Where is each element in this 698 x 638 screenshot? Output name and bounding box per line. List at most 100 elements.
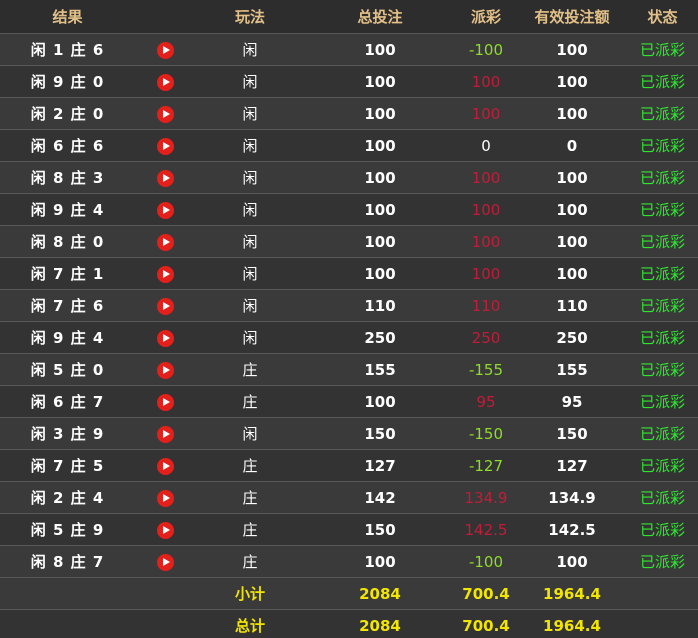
total-bet-cell: 100 <box>305 545 455 578</box>
replay-cell <box>135 161 195 194</box>
play-icon[interactable] <box>156 233 174 251</box>
result-cell: 闲 9 庄 4 <box>0 321 135 354</box>
payout-cell: 142.5 <box>455 513 517 546</box>
replay-cell <box>135 481 195 514</box>
play-icon[interactable] <box>156 73 174 91</box>
total-bet-cell: 110 <box>305 289 455 322</box>
result-cell: 闲 8 庄 7 <box>0 545 135 578</box>
table-row: 闲 2 庄 4 庄 142 134.9 134.9 已派彩 <box>0 481 698 514</box>
subtotal-label: 小计 <box>195 577 305 610</box>
table-row: 闲 5 庄 0 庄 155 -155 155 已派彩 <box>0 353 698 386</box>
result-cell: 闲 5 庄 0 <box>0 353 135 386</box>
total-bet-cell: 100 <box>305 257 455 290</box>
valid-bet-cell: 100 <box>517 225 627 258</box>
play-icon[interactable] <box>156 361 174 379</box>
play-cell: 闲 <box>195 257 305 290</box>
table-row: 闲 7 庄 5 庄 127 -127 127 已派彩 <box>0 449 698 482</box>
result-cell: 闲 8 庄 3 <box>0 161 135 194</box>
play-icon[interactable] <box>156 521 174 539</box>
play-icon[interactable] <box>156 393 174 411</box>
status-cell: 已派彩 <box>627 449 698 482</box>
total-bet-cell: 142 <box>305 481 455 514</box>
header-payout: 派彩 <box>455 0 517 34</box>
header-play: 玩法 <box>195 0 305 34</box>
result-cell: 闲 2 庄 0 <box>0 97 135 130</box>
play-icon[interactable] <box>156 201 174 219</box>
subtotal-valid-bet: 1964.4 <box>517 577 627 610</box>
play-icon[interactable] <box>156 297 174 315</box>
status-cell: 已派彩 <box>627 385 698 418</box>
replay-cell <box>135 545 195 578</box>
play-cell: 庄 <box>195 513 305 546</box>
play-cell: 庄 <box>195 545 305 578</box>
play-cell: 闲 <box>195 417 305 450</box>
payout-cell: 100 <box>455 225 517 258</box>
payout-cell: 100 <box>455 161 517 194</box>
status-cell: 已派彩 <box>627 353 698 386</box>
header-status: 状态 <box>627 0 698 34</box>
play-icon[interactable] <box>156 169 174 187</box>
status-cell: 已派彩 <box>627 417 698 450</box>
replay-cell <box>135 385 195 418</box>
table-row: 闲 7 庄 1 闲 100 100 100 已派彩 <box>0 257 698 290</box>
payout-cell: 100 <box>455 257 517 290</box>
subtotal-payout: 700.4 <box>455 577 517 610</box>
replay-cell <box>135 449 195 482</box>
play-cell: 闲 <box>195 129 305 162</box>
table-row: 闲 9 庄 4 闲 250 250 250 已派彩 <box>0 321 698 354</box>
play-icon[interactable] <box>156 425 174 443</box>
replay-cell <box>135 97 195 130</box>
play-cell: 庄 <box>195 481 305 514</box>
play-cell: 庄 <box>195 353 305 386</box>
table-row: 闲 2 庄 0 闲 100 100 100 已派彩 <box>0 97 698 130</box>
payout-cell: 110 <box>455 289 517 322</box>
table-row: 闲 1 庄 6 闲 100 -100 100 已派彩 <box>0 33 698 66</box>
play-icon[interactable] <box>156 553 174 571</box>
valid-bet-cell: 100 <box>517 161 627 194</box>
status-cell: 已派彩 <box>627 321 698 354</box>
table-row: 闲 5 庄 9 庄 150 142.5 142.5 已派彩 <box>0 513 698 546</box>
valid-bet-cell: 100 <box>517 257 627 290</box>
payout-cell: -100 <box>455 33 517 66</box>
play-cell: 闲 <box>195 321 305 354</box>
payout-cell: -150 <box>455 417 517 450</box>
replay-cell <box>135 65 195 98</box>
total-bet-cell: 100 <box>305 193 455 226</box>
status-cell: 已派彩 <box>627 481 698 514</box>
result-cell: 闲 7 庄 1 <box>0 257 135 290</box>
valid-bet-cell: 134.9 <box>517 481 627 514</box>
valid-bet-cell: 100 <box>517 545 627 578</box>
status-cell: 已派彩 <box>627 161 698 194</box>
play-cell: 庄 <box>195 449 305 482</box>
total-valid-bet: 1964.4 <box>517 609 627 638</box>
play-icon[interactable] <box>156 329 174 347</box>
total-payout: 700.4 <box>455 609 517 638</box>
result-cell: 闲 6 庄 7 <box>0 385 135 418</box>
play-icon[interactable] <box>156 265 174 283</box>
result-cell: 闲 9 庄 4 <box>0 193 135 226</box>
result-cell: 闲 9 庄 0 <box>0 65 135 98</box>
status-cell: 已派彩 <box>627 97 698 130</box>
replay-cell <box>135 129 195 162</box>
play-icon[interactable] <box>156 489 174 507</box>
play-icon[interactable] <box>156 457 174 475</box>
replay-cell <box>135 193 195 226</box>
valid-bet-cell: 100 <box>517 65 627 98</box>
replay-cell <box>135 33 195 66</box>
header-valid-bet: 有效投注额 <box>517 0 627 34</box>
replay-cell <box>135 257 195 290</box>
table-row: 闲 7 庄 6 闲 110 110 110 已派彩 <box>0 289 698 322</box>
total-bet-cell: 250 <box>305 321 455 354</box>
play-icon[interactable] <box>156 137 174 155</box>
total-bet-cell: 150 <box>305 513 455 546</box>
play-icon[interactable] <box>156 41 174 59</box>
replay-cell <box>135 289 195 322</box>
play-cell: 闲 <box>195 193 305 226</box>
payout-cell: 100 <box>455 193 517 226</box>
table-header-row: 结果 玩法 总投注 派彩 有效投注额 状态 <box>0 0 698 34</box>
total-label: 总计 <box>195 609 305 638</box>
result-cell: 闲 6 庄 6 <box>0 129 135 162</box>
play-icon[interactable] <box>156 105 174 123</box>
replay-cell <box>135 417 195 450</box>
total-bet-cell: 100 <box>305 161 455 194</box>
